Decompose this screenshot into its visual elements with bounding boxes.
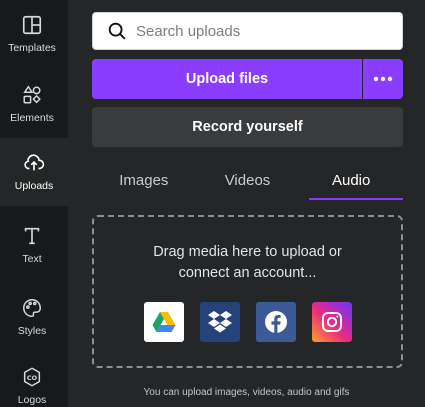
uploads-panel: Upload files Record yourself Images Vide… (68, 0, 425, 407)
nav-logos-label: Logos (17, 394, 47, 406)
upload-more-button[interactable] (363, 59, 403, 99)
templates-icon (22, 15, 42, 35)
elements-icon (23, 85, 41, 104)
tab-videos[interactable]: Videos (196, 160, 300, 200)
nav-styles-label: Styles (17, 325, 47, 337)
svg-text:CO: CO (27, 374, 38, 382)
nav-styles[interactable]: Styles (0, 283, 64, 351)
instagram-icon (321, 312, 342, 332)
google-drive-button[interactable] (143, 302, 184, 342)
nav-uploads[interactable]: Uploads (0, 138, 68, 206)
search-input[interactable] (136, 22, 386, 40)
account-connectors (94, 302, 401, 342)
palette-icon (23, 299, 41, 317)
side-nav: Templates Elements Uploads Text Styles C… (0, 0, 68, 407)
google-drive-icon (152, 312, 175, 332)
record-yourself-button[interactable]: Record yourself (92, 107, 403, 147)
facebook-button[interactable] (255, 302, 296, 342)
media-tabs: Images Videos Audio (92, 160, 403, 200)
logo-icon: CO (23, 367, 41, 387)
dropbox-icon (207, 311, 232, 333)
tab-audio[interactable]: Audio (299, 160, 403, 200)
nav-templates-label: Templates (8, 42, 56, 54)
nav-elements[interactable]: Elements (0, 70, 64, 138)
upload-row: Upload files (92, 59, 403, 99)
drop-text-line-2: connect an account... (178, 265, 317, 281)
tab-images[interactable]: Images (92, 160, 196, 200)
nav-elements-label: Elements (10, 112, 54, 124)
text-icon (24, 227, 40, 245)
upload-files-button[interactable]: Upload files (92, 59, 362, 99)
dropbox-button[interactable] (199, 302, 240, 342)
more-horizontal-icon (373, 76, 393, 82)
drop-instructions: Drag media here to upload or connect an … (94, 242, 401, 284)
instagram-button[interactable] (311, 302, 352, 342)
nav-templates[interactable]: Templates (0, 0, 64, 68)
search-icon (108, 22, 126, 40)
nav-text[interactable]: Text (0, 211, 64, 279)
search-box[interactable] (92, 12, 403, 50)
editor-app: Templates Elements Uploads Text Styles C… (0, 0, 425, 407)
drop-zone[interactable]: Drag media here to upload or connect an … (92, 215, 403, 368)
nav-uploads-label: Uploads (14, 180, 54, 192)
upload-hint: You can upload images, videos, audio and… (143, 387, 350, 398)
nav-text-label: Text (22, 253, 42, 265)
facebook-icon (264, 311, 287, 333)
nav-logos[interactable]: CO Logos (0, 352, 64, 407)
upload-cloud-icon (24, 154, 45, 171)
drop-text-line-1: Drag media here to upload or (153, 244, 342, 260)
